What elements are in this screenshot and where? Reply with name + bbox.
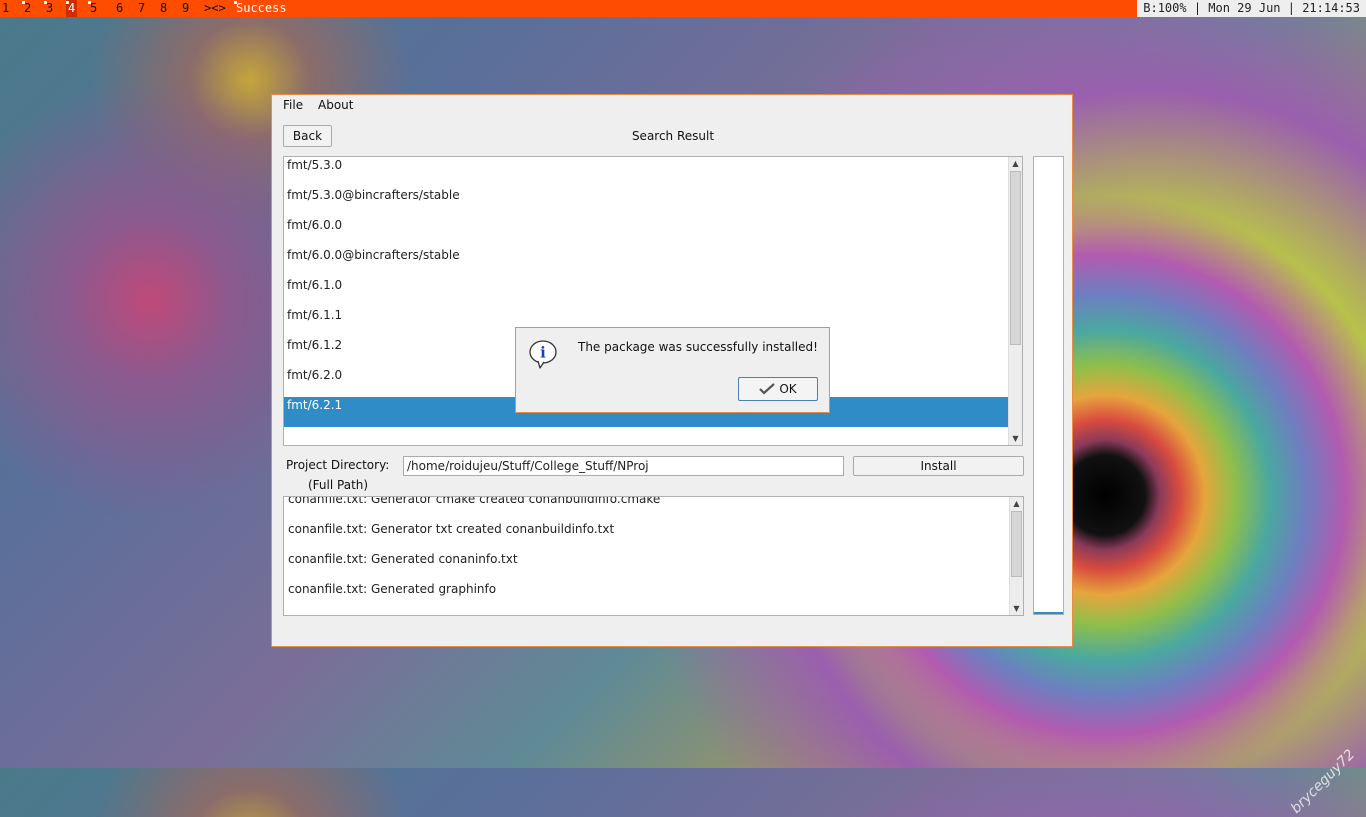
workspace-8[interactable]: 8 (158, 0, 169, 17)
workspace-1[interactable]: 1 (0, 0, 11, 17)
full-path-hint: (Full Path) (308, 478, 369, 492)
workspace-7[interactable]: 7 (136, 0, 147, 17)
scroll-down-arrow-icon[interactable]: ▼ (1009, 432, 1022, 445)
workspace-5[interactable]: 5 (88, 0, 99, 17)
scroll-down-arrow-icon[interactable]: ▼ (1010, 602, 1023, 615)
result-list-scrollbar[interactable]: ▲ ▼ (1008, 157, 1022, 445)
side-panel[interactable] (1033, 156, 1064, 615)
log-line: conanfile.txt: Generated conaninfo.txt (288, 552, 518, 566)
workspace-9[interactable]: 9 (180, 0, 191, 17)
window-title-status: Success (234, 1, 287, 15)
wallpaper-signature: bryceguy72 (1287, 746, 1358, 817)
scroll-up-arrow-icon[interactable]: ▲ (1009, 157, 1022, 170)
log-scrollbar[interactable]: ▲ ▼ (1009, 497, 1023, 615)
list-item[interactable]: fmt/6.1.1 (287, 307, 342, 337)
list-item[interactable]: fmt/6.2.0 (287, 367, 342, 397)
menu-file[interactable]: File (283, 98, 303, 112)
ok-button-label: OK (779, 382, 797, 396)
svg-text:i: i (540, 344, 546, 362)
list-item[interactable]: fmt/6.1.0 (287, 277, 342, 307)
workspace-2[interactable]: 2 (22, 0, 33, 17)
menu-bar: File About (272, 95, 1072, 115)
workspace-4[interactable]: 4 (66, 0, 78, 17)
scroll-thumb[interactable] (1011, 511, 1022, 577)
log-line: conanfile.txt: Generated graphinfo (288, 582, 497, 596)
page-title: Search Result (631, 129, 715, 143)
scroll-thumb[interactable] (1010, 171, 1021, 345)
list-item[interactable]: fmt/5.3.0 (287, 157, 342, 187)
success-dialog: i The package was successfully installed… (515, 327, 830, 413)
project-directory-label: Project Directory: (286, 458, 390, 472)
list-item[interactable]: fmt/6.0.0@bincrafters/stable (287, 247, 460, 277)
layout-indicator[interactable]: ><> (202, 0, 228, 17)
install-button[interactable]: Install (853, 456, 1024, 476)
top-status-bar: 1 2 3 4 5 6 7 8 9 ><> Success B:100% | M… (0, 0, 1366, 17)
list-item[interactable]: fmt/5.3.0@bincrafters/stable (287, 187, 460, 217)
dialog-message: The package was successfully installed! (578, 340, 818, 354)
output-log[interactable]: conanfile.txt: Generator cmake created c… (283, 496, 1024, 616)
workspace-6[interactable]: 6 (114, 0, 125, 17)
project-directory-input[interactable] (403, 456, 844, 476)
list-item[interactable]: fmt/6.0.0 (287, 217, 342, 247)
scroll-up-arrow-icon[interactable]: ▲ (1010, 497, 1023, 510)
log-line: conanfile.txt: Generator txt created con… (288, 522, 615, 536)
log-line: conanfile.txt: Generator cmake created c… (288, 496, 661, 506)
ok-button[interactable]: OK (738, 377, 818, 401)
system-status: B:100% | Mon 29 Jun | 21:14:53 (1137, 0, 1366, 17)
list-item[interactable]: fmt/6.1.2 (287, 337, 342, 367)
panel-indicator-line (1034, 612, 1063, 614)
info-icon: i (529, 340, 557, 369)
workspace-3[interactable]: 3 (44, 0, 55, 17)
checkmark-icon (759, 383, 776, 395)
menu-about[interactable]: About (318, 98, 353, 112)
